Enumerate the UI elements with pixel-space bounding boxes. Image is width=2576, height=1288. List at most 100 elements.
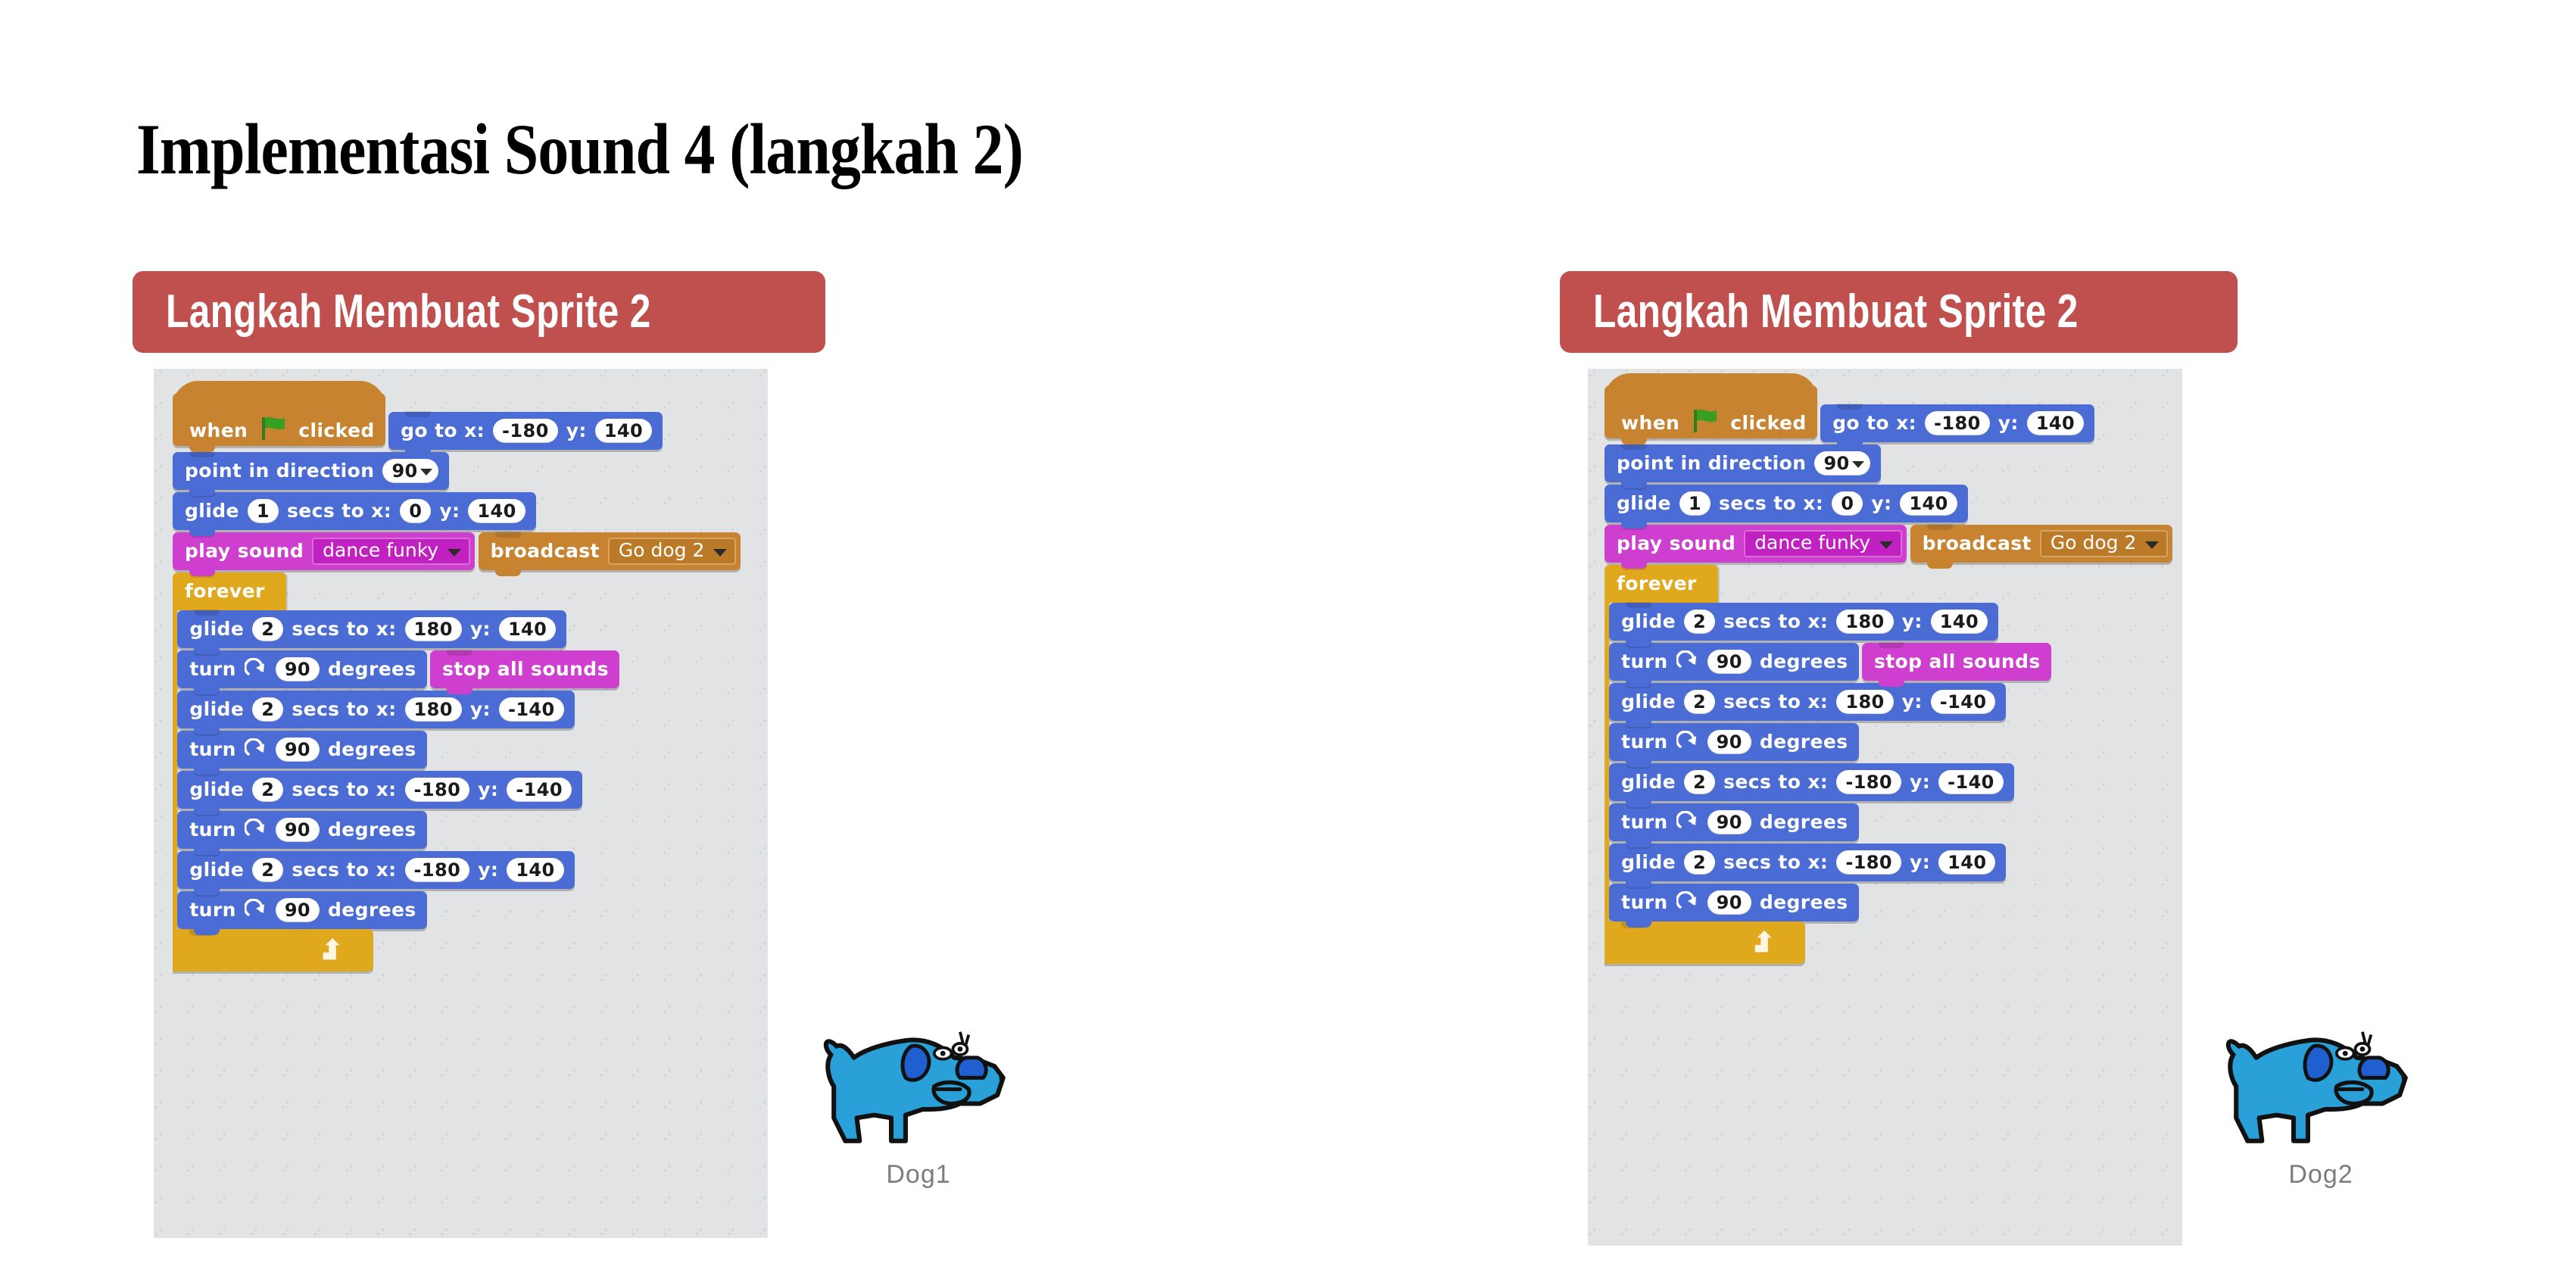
input-y[interactable]: -140	[507, 777, 572, 802]
block-glide[interactable]: glide 2 secs to x: 180 y: 140	[177, 609, 567, 654]
input-y[interactable]: -140	[1930, 689, 1996, 714]
block-forever[interactable]: forever glide 2 secs to x: 180 y: 140 tu…	[173, 571, 768, 971]
input-degrees[interactable]: 90	[275, 897, 320, 922]
block-label: broadcast	[1922, 532, 2032, 554]
block-turn-clockwise[interactable]: turn 90 degrees	[177, 809, 427, 855]
block-glide[interactable]: glide 2 secs to x: 180 y: -140	[1609, 681, 2007, 727]
input-secs[interactable]: 2	[1684, 850, 1716, 875]
input-degrees[interactable]: 90	[1707, 649, 1751, 674]
block-forever[interactable]: forever glide 2 secs to x: 180 y: 140 tu…	[1605, 563, 2182, 964]
dropdown-sound[interactable]: dance funky	[312, 537, 471, 565]
input-secs[interactable]: 2	[252, 616, 284, 641]
block-glide[interactable]: glide 2 secs to x: -180 y: 140	[177, 850, 575, 895]
input-x[interactable]: -180	[1836, 769, 1902, 794]
input-secs[interactable]: 2	[1684, 609, 1716, 634]
turn-cw-icon	[244, 898, 267, 922]
block-label: glide	[1617, 492, 1671, 514]
block-glide[interactable]: glide 2 secs to x: -180 y: 140	[1609, 842, 2007, 887]
block-label: glide	[1621, 610, 1676, 632]
input-secs[interactable]: 2	[252, 697, 284, 722]
block-play-sound[interactable]: play sound dance funky	[173, 531, 476, 576]
dropdown-sound[interactable]: dance funky	[1744, 529, 1903, 557]
input-x[interactable]: 180	[1836, 609, 1894, 634]
sprite-preview-dog1[interactable]: Dog1	[809, 1015, 1028, 1190]
dropdown-message[interactable]: Go dog 2	[2039, 529, 2169, 557]
input-degrees[interactable]: 90	[1707, 729, 1751, 754]
block-turn-clockwise[interactable]: turn 90 degrees	[1609, 722, 1859, 767]
forever-header[interactable]: forever	[1605, 563, 1718, 603]
input-secs[interactable]: 2	[252, 777, 284, 802]
dropdown-direction[interactable]: 90	[1814, 451, 1870, 476]
input-x[interactable]: 180	[404, 616, 462, 641]
input-y[interactable]: 140	[468, 498, 525, 523]
input-x[interactable]: 180	[1836, 689, 1894, 714]
input-degrees[interactable]: 90	[275, 737, 320, 762]
input-y[interactable]: 140	[1930, 609, 1988, 634]
input-x[interactable]: -180	[1836, 850, 1902, 875]
block-label-y: y:	[1910, 771, 1931, 793]
block-broadcast[interactable]: broadcast Go dog 2	[478, 531, 741, 576]
block-broadcast[interactable]: broadcast Go dog 2	[1910, 523, 2173, 569]
input-x[interactable]: -180	[493, 418, 558, 443]
block-go-to-xy[interactable]: go to x: -180 y: 140	[1820, 403, 2095, 448]
input-secs[interactable]: 2	[1684, 769, 1716, 794]
input-degrees[interactable]: 90	[1707, 809, 1751, 834]
block-turn-clockwise[interactable]: turn 90 degrees	[177, 890, 427, 935]
block-when-flag-clicked[interactable]: when clicked	[1605, 373, 1817, 444]
block-label-secs-to-x: secs to x:	[292, 618, 397, 640]
block-glide[interactable]: glide 1 secs to x: 0 y: 140	[173, 491, 536, 536]
input-secs[interactable]: 1	[247, 498, 279, 523]
input-y[interactable]: 140	[498, 616, 557, 641]
block-when-flag-clicked[interactable]: when clicked	[173, 381, 385, 452]
input-degrees[interactable]: 90	[275, 817, 320, 842]
block-go-to-xy[interactable]: go to x: -180 y: 140	[388, 410, 663, 456]
input-secs[interactable]: 2	[252, 857, 284, 882]
script-stack-2: when clicked go to x: -180 y: 140 point …	[1605, 373, 2182, 964]
block-play-sound[interactable]: play sound dance funky	[1605, 523, 1907, 569]
input-x[interactable]: 180	[404, 697, 462, 722]
input-x[interactable]: 0	[400, 498, 432, 523]
input-degrees[interactable]: 90	[1707, 890, 1751, 915]
input-secs[interactable]: 1	[1679, 491, 1711, 516]
input-x[interactable]: -180	[404, 777, 470, 802]
input-y[interactable]: 140	[594, 418, 653, 443]
sprite-preview-dog2[interactable]: Dog2	[2211, 1015, 2431, 1190]
block-glide[interactable]: glide 2 secs to x: 180 y: 140	[1609, 601, 1999, 647]
block-turn-clockwise[interactable]: turn 90 degrees	[177, 729, 427, 775]
block-label: stop all sounds	[442, 658, 609, 680]
forever-header[interactable]: forever	[173, 571, 286, 610]
input-x[interactable]: -180	[404, 857, 470, 882]
input-degrees[interactable]: 90	[275, 656, 320, 681]
input-y[interactable]: 140	[1938, 850, 1996, 875]
input-y[interactable]: -140	[1938, 769, 2004, 794]
block-turn-clockwise[interactable]: turn 90 degrees	[1609, 882, 1859, 928]
block-turn-clockwise[interactable]: turn 90 degrees	[1609, 641, 1859, 687]
dropdown-direction[interactable]: 90	[382, 458, 438, 483]
dropdown-message[interactable]: Go dog 2	[607, 537, 737, 565]
block-stop-all-sounds[interactable]: stop all sounds	[1861, 641, 2051, 687]
block-glide[interactable]: glide 2 secs to x: -180 y: -140	[177, 769, 582, 815]
turn-cw-icon	[244, 738, 267, 761]
block-turn-clockwise[interactable]: turn 90 degrees	[1609, 802, 1859, 847]
input-y[interactable]: 140	[507, 857, 564, 882]
block-label-y: y:	[469, 698, 491, 720]
block-glide[interactable]: glide 1 secs to x: 0 y: 140	[1605, 483, 1968, 529]
input-secs[interactable]: 2	[1684, 689, 1716, 714]
block-label-degrees: degrees	[328, 738, 416, 760]
scratch-canvas-2: when clicked go to x: -180 y: 140 point …	[1588, 369, 2182, 1246]
block-point-in-direction[interactable]: point in direction 90	[173, 451, 449, 496]
input-x[interactable]: -180	[1925, 410, 1990, 435]
block-point-in-direction[interactable]: point in direction 90	[1605, 443, 1881, 488]
block-label: glide	[189, 859, 245, 881]
block-glide[interactable]: glide 2 secs to x: 180 y: -140	[177, 689, 575, 734]
input-y[interactable]: -140	[498, 697, 564, 722]
loop-arrow-icon	[320, 937, 348, 964]
block-glide[interactable]: glide 2 secs to x: -180 y: -140	[1609, 762, 2014, 807]
input-y[interactable]: 140	[2026, 410, 2085, 435]
input-y[interactable]: 140	[1900, 491, 1957, 516]
block-label-y: y:	[469, 618, 491, 640]
block-turn-clockwise[interactable]: turn 90 degrees	[177, 649, 427, 694]
block-stop-all-sounds[interactable]: stop all sounds	[430, 649, 619, 694]
block-label: go to x:	[401, 419, 485, 441]
input-x[interactable]: 0	[1832, 491, 1863, 516]
